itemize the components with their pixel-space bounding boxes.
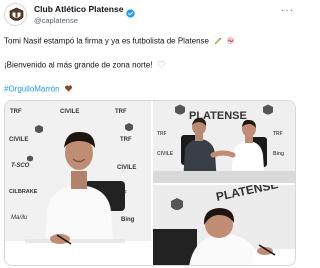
pen-emoji-icon [213, 36, 222, 47]
photo-handshake-image: PLATENSE TRF CIVILE TRF Bing [153, 101, 295, 183]
media-grid: TRF CIVILE TRF CIVILE TRF T-SCO CIVILE C… [4, 100, 296, 266]
photo-signing-closeup[interactable]: PLATENSE [153, 185, 295, 265]
backdrop-logo: Bing [273, 151, 284, 157]
backdrop-logo: CIVILE [9, 137, 28, 143]
backdrop-logo: T-SCO [11, 163, 30, 169]
brown-heart-emoji-icon [64, 84, 73, 95]
tweet-header: Club Atlético Platense @caplatense ··· [4, 2, 296, 30]
backdrop-logo: TRF [120, 137, 132, 143]
backdrop-logo: TRF [273, 131, 283, 137]
backdrop-logo: CIVILE [117, 165, 136, 171]
photo-handshake[interactable]: PLATENSE TRF CIVILE TRF Bing [153, 101, 295, 183]
tweet-text-line-2-text: ¡Bienvenido al más grande de zona norte! [4, 60, 153, 70]
white-heart-emoji-icon [157, 60, 166, 71]
backdrop-logo: Marilu [11, 215, 28, 221]
photo-signing-main[interactable]: TRF CIVILE TRF CIVILE TRF T-SCO CIVILE C… [5, 101, 151, 265]
avatar[interactable] [4, 3, 27, 26]
backdrop-logo: CIVILE [157, 151, 174, 157]
photo-signing-main-image: TRF CIVILE TRF CIVILE TRF T-SCO CIVILE C… [5, 101, 151, 265]
tweet-text-line-2: ¡Bienvenido al más grande de zona norte! [4, 60, 166, 71]
backdrop-logo: CIVILE [60, 109, 79, 115]
tweet-text-line-3: #OrgulloMarrón [4, 84, 73, 95]
backdrop-logo: TRF [115, 109, 127, 115]
display-name-row: Club Atlético Platense [34, 4, 136, 18]
photo-signing-closeup-image: PLATENSE [153, 185, 295, 265]
more-options-icon[interactable]: ··· [281, 5, 294, 16]
backdrop-logo: TRF [157, 131, 167, 137]
signature-emoji-icon [226, 36, 235, 47]
account-handle[interactable]: @caplatense [34, 16, 135, 25]
hashtag-link[interactable]: #OrgulloMarrón [4, 85, 60, 94]
account-names: Club Atlético Platense @caplatense [34, 4, 136, 25]
tweet-text-line-1: Tomi Nasif estampó la firma y ya es futb… [4, 36, 235, 47]
verified-badge-icon [126, 5, 136, 18]
display-name[interactable]: Club Atlético Platense [34, 4, 123, 14]
backdrop-logo: Bing [121, 217, 135, 223]
backdrop-logo: CILBRAKE [9, 189, 38, 195]
tweet-text-line-1-text: Tomi Nasif estampó la firma y ya es futb… [4, 36, 209, 46]
backdrop-logo: TRF [10, 109, 22, 115]
